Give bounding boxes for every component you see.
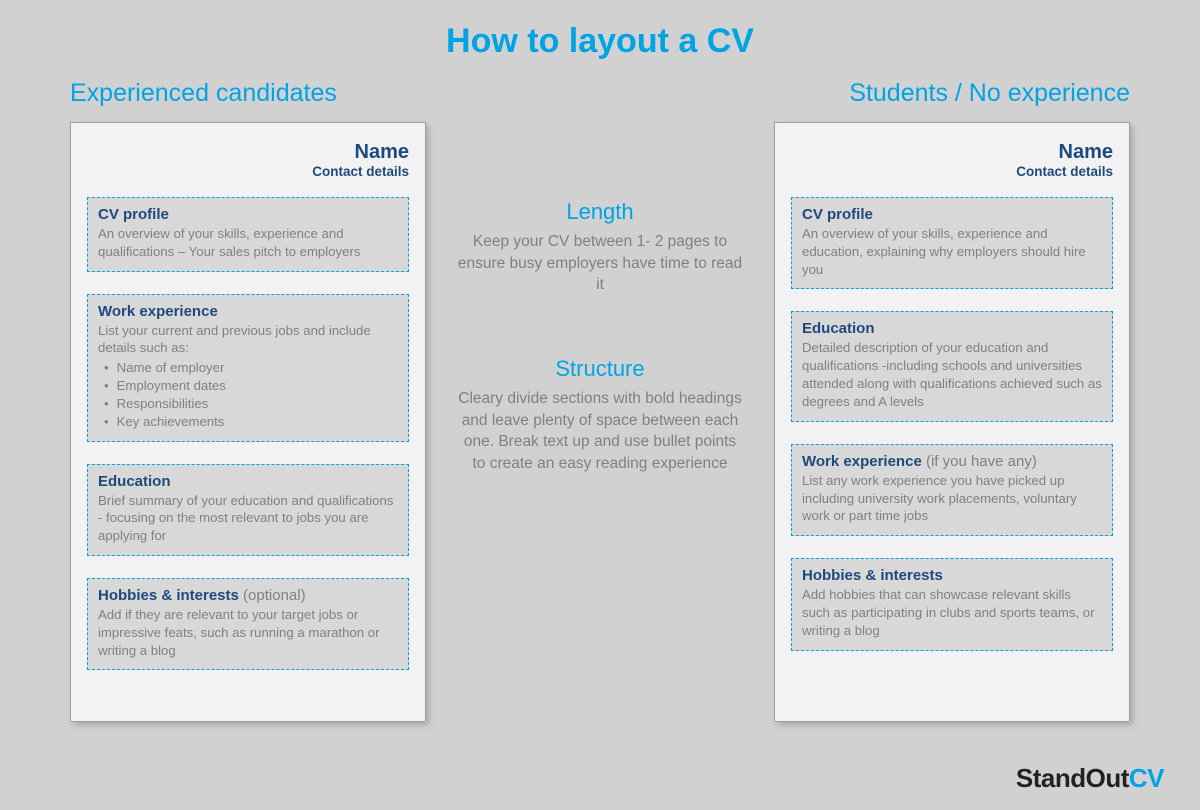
section-cv-profile: CV profile An overview of your skills, e… [87,197,409,272]
section-body: An overview of your skills, experience a… [98,225,398,261]
section-title: Education [98,473,171,490]
section-education: Education Detailed description of your e… [791,311,1113,421]
tip-body: Cleary divide sections with bold heading… [456,388,744,475]
section-title: CV profile [98,206,169,223]
section-work-experience: Work experience (if you have any) List a… [791,444,1113,536]
list-item: Responsibilities [104,395,398,413]
section-education: Education Brief summary of your educatio… [87,464,409,556]
section-title: CV profile [802,206,873,223]
list-item: Key achievements [104,413,398,431]
cv-header: Name Contact details [791,141,1113,179]
section-optional: (if you have any) [926,453,1037,470]
middle-column: Length Keep your CV between 1- 2 pages t… [446,79,754,722]
section-body: Detailed description of your education a… [802,339,1102,410]
experienced-cv-card: Name Contact details CV profile An overv… [70,122,426,722]
columns: Experienced candidates Name Contact deta… [0,61,1200,722]
cv-header: Name Contact details [87,141,409,179]
left-column: Experienced candidates Name Contact deta… [70,79,426,722]
tip-heading: Structure [456,356,744,382]
contact-label: Contact details [791,164,1113,179]
section-title: Education [802,320,875,337]
name-label: Name [87,141,409,164]
bullet-list: Name of employer Employment dates Respon… [98,359,398,430]
list-item: Employment dates [104,377,398,395]
contact-label: Contact details [87,164,409,179]
section-cv-profile: CV profile An overview of your skills, e… [791,197,1113,289]
section-body: List any work experience you have picked… [802,472,1102,525]
logo-text-a: StandOut [1016,763,1129,793]
section-body: Brief summary of your education and qual… [98,492,398,545]
section-optional: (optional) [243,587,306,604]
section-title: Work experience [802,453,922,470]
name-label: Name [791,141,1113,164]
section-work-experience: Work experience List your current and pr… [87,294,409,442]
tip-heading: Length [456,199,744,225]
section-hobbies: Hobbies & interests (optional) Add if th… [87,578,409,670]
right-heading: Students / No experience [774,79,1130,108]
section-body: Add if they are relevant to your target … [98,606,398,659]
brand-logo: StandOutCV [1016,763,1164,794]
page-title: How to layout a CV [0,0,1200,61]
section-title: Work experience [98,303,218,320]
section-body: An overview of your skills, experience a… [802,225,1102,278]
left-heading: Experienced candidates [70,79,426,108]
student-cv-card: Name Contact details CV profile An overv… [774,122,1130,722]
section-body: Add hobbies that can showcase relevant s… [802,586,1102,639]
tip-length: Length Keep your CV between 1- 2 pages t… [446,199,754,296]
right-column: Students / No experience Name Contact de… [774,79,1130,722]
tip-body: Keep your CV between 1- 2 pages to ensur… [456,231,744,296]
section-body: List your current and previous jobs and … [98,322,398,358]
logo-text-b: CV [1129,763,1164,793]
section-title: Hobbies & interests [802,567,943,584]
list-item: Name of employer [104,359,398,377]
section-title: Hobbies & interests [98,587,239,604]
tip-structure: Structure Cleary divide sections with bo… [446,356,754,475]
section-hobbies: Hobbies & interests Add hobbies that can… [791,558,1113,650]
